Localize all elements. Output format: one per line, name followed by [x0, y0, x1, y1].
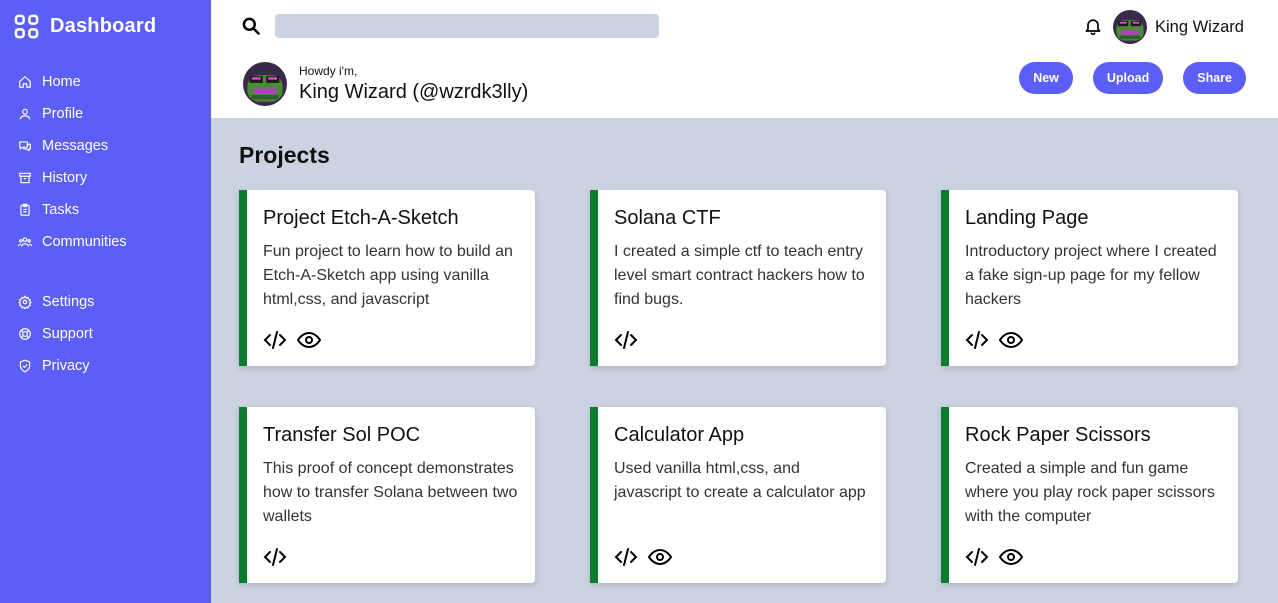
sidebar-item-home[interactable]: Home	[18, 66, 198, 98]
eye-icon[interactable]	[648, 545, 672, 569]
profile-avatar	[243, 62, 287, 106]
project-description: Created a simple and fun game where you …	[965, 460, 1215, 525]
profile-full-name: King Wizard (@wzrdk3lly)	[299, 81, 529, 103]
archive-icon	[19, 172, 31, 184]
project-card: Rock Paper Scissors Created a simple and…	[941, 407, 1238, 583]
greeting-text: Howdy i'm,	[299, 64, 358, 78]
gear-icon	[18, 295, 32, 309]
project-title: Landing Page	[965, 207, 1089, 229]
profile-greeting: Howdy i'm, King Wizard (@wzrdk3lly)	[243, 62, 528, 106]
project-card: Transfer Sol POC This proof of concept d…	[239, 407, 535, 583]
profile-text: Howdy i'm, King Wizard (@wzrdk3lly)	[299, 64, 528, 104]
sidebar-item-label: Profile	[42, 106, 84, 122]
project-description: Introductory project where I created a f…	[965, 243, 1217, 308]
sidebar-item-label: Messages	[42, 138, 109, 154]
header-actions: New Upload Share	[1019, 62, 1246, 94]
project-links	[965, 328, 1023, 352]
sidebar-item-label: Settings	[42, 294, 95, 310]
sidebar: Dashboard Home Profile Messages History …	[0, 0, 211, 603]
code-icon[interactable]	[965, 545, 989, 569]
project-links	[263, 328, 321, 352]
page-title: Projects	[239, 142, 330, 168]
project-description: Used vanilla html,css, and javascript to…	[614, 460, 866, 501]
sidebar-item-messages[interactable]: Messages	[18, 130, 198, 162]
project-links	[614, 545, 672, 569]
clipboard-icon	[20, 203, 30, 216]
sidebar-item-label: Tasks	[42, 202, 80, 218]
users-icon	[18, 237, 32, 247]
project-links	[614, 328, 638, 352]
eye-icon[interactable]	[999, 545, 1023, 569]
avatar	[1113, 10, 1147, 44]
project-description: I created a simple ctf to teach entry le…	[614, 243, 865, 308]
code-icon[interactable]	[965, 328, 989, 352]
code-icon[interactable]	[263, 545, 287, 569]
project-card: Project Etch-A-Sketch Fun project to lea…	[239, 190, 535, 366]
sidebar-item-label: Communities	[42, 234, 127, 250]
user-icon	[19, 108, 31, 120]
sidebar-item-profile[interactable]: Profile	[18, 98, 198, 130]
project-description: Fun project to learn how to build an Etc…	[263, 243, 513, 308]
lifebuoy-icon	[19, 328, 31, 340]
code-icon[interactable]	[263, 328, 287, 352]
projects-grid: Project Etch-A-Sketch Fun project to lea…	[239, 190, 1238, 583]
code-icon[interactable]	[614, 545, 638, 569]
project-card: Landing Page Introductory project where …	[941, 190, 1238, 366]
sidebar-item-privacy[interactable]: Privacy	[18, 350, 198, 382]
upload-button[interactable]: Upload	[1092, 62, 1164, 94]
search-input[interactable]	[275, 14, 659, 38]
project-description: This proof of concept demonstrates how t…	[263, 460, 518, 525]
chat-icon	[19, 141, 31, 152]
sidebar-item-support[interactable]: Support	[18, 318, 198, 350]
search-icon[interactable]	[241, 16, 261, 36]
brand[interactable]: Dashboard	[14, 14, 156, 39]
project-card: Calculator App Used vanilla html,css, an…	[590, 407, 886, 583]
project-title: Rock Paper Scissors	[965, 424, 1151, 446]
eye-icon[interactable]	[999, 328, 1023, 352]
new-button[interactable]: New	[1019, 62, 1073, 94]
project-links	[263, 545, 287, 569]
eye-icon[interactable]	[297, 328, 321, 352]
sidebar-item-label: Privacy	[42, 358, 90, 374]
sidebar-item-label: Home	[42, 74, 81, 90]
sidebar-item-label: Support	[42, 326, 93, 342]
top-header: King Wizard Howdy i'm, King Wizard (@wzr…	[211, 0, 1278, 118]
sidebar-item-tasks[interactable]: Tasks	[18, 194, 198, 226]
sidebar-nav: Home Profile Messages History Tasks Comm…	[18, 66, 198, 382]
brand-name: Dashboard	[50, 15, 157, 37]
user-name: King Wizard	[1155, 17, 1244, 36]
sidebar-item-label: History	[42, 170, 88, 186]
share-button[interactable]: Share	[1183, 62, 1246, 94]
bell-icon[interactable]	[1083, 16, 1103, 36]
sidebar-item-communities[interactable]: Communities	[18, 226, 198, 258]
project-title: Calculator App	[614, 424, 745, 446]
project-title: Transfer Sol POC	[263, 424, 421, 446]
home-icon	[19, 76, 31, 88]
project-title: Solana CTF	[614, 207, 721, 229]
project-title: Project Etch-A-Sketch	[263, 207, 459, 229]
sidebar-item-settings[interactable]: Settings	[18, 286, 198, 318]
project-links	[965, 545, 1023, 569]
sidebar-item-history[interactable]: History	[18, 162, 198, 194]
code-icon[interactable]	[614, 328, 638, 352]
user-menu[interactable]: King Wizard	[1113, 10, 1244, 44]
grid-logo-icon	[14, 14, 39, 39]
project-card: Solana CTF I created a simple ctf to tea…	[590, 190, 886, 366]
shield-icon	[19, 359, 31, 373]
